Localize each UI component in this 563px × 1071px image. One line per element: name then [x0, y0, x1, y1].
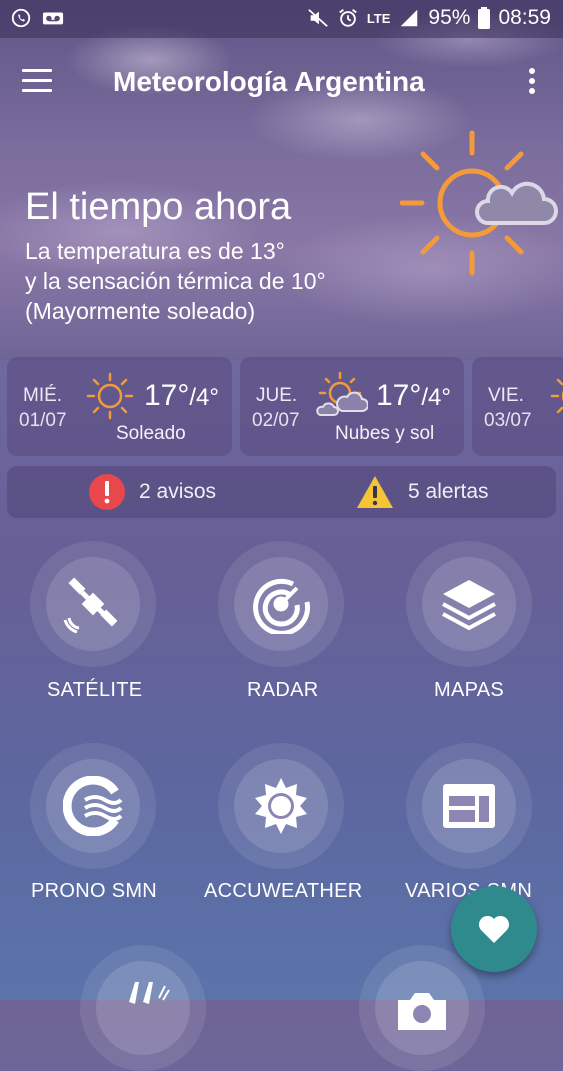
forecast-description: Nubes y sol — [335, 423, 435, 444]
forecast-temperature: 17°/4° — [376, 379, 451, 413]
tile-mapas[interactable] — [404, 541, 534, 667]
warning-icon — [357, 476, 393, 508]
layers-icon — [442, 580, 496, 631]
sun-badge-icon — [255, 778, 307, 834]
forecast-card-wed[interactable]: MIÉ. 01/07 17°/4° Soleado — [7, 357, 232, 456]
tile-label-prono-smn: PRONO SMN — [31, 880, 158, 902]
tile-partial-left[interactable] — [78, 945, 208, 1071]
feather-icon — [129, 982, 170, 1004]
current-heading: El tiempo ahora — [25, 186, 292, 228]
tile-circle — [406, 743, 532, 869]
forecast-date: 03/07 — [484, 410, 532, 431]
avisos-button[interactable]: 2 avisos — [89, 466, 216, 518]
sun-cloud-icon — [400, 130, 558, 276]
sun-icon — [550, 378, 563, 414]
hamburger-menu-icon[interactable] — [22, 69, 52, 93]
battery-icon — [478, 7, 491, 29]
forecast-card-thu[interactable]: JUE. 02/07 17°/4° Nubes y sol — [240, 357, 464, 456]
current-condition: (Mayormente soleado) — [25, 298, 256, 324]
tile-label-accuweather: ACCUWEATHER — [204, 880, 363, 902]
app-title: Meteorología Argentina — [113, 66, 425, 97]
tile-circle — [406, 541, 532, 667]
forecast-date: 02/07 — [252, 410, 300, 431]
tile-varios-smn[interactable] — [404, 743, 534, 869]
dashboard-icon — [443, 784, 495, 828]
forecast-low: /4° — [189, 384, 219, 411]
current-temperature: La temperatura es de 13° — [25, 238, 285, 264]
forecast-description: Soleado — [116, 423, 186, 444]
signal-icon — [401, 9, 418, 27]
tile-satelite[interactable] — [28, 541, 158, 667]
alertas-button[interactable]: 5 alertas — [356, 466, 489, 518]
tile-partial-right[interactable] — [357, 945, 487, 1071]
status-bar: LTE 95% 08:59 — [0, 0, 563, 38]
radar-icon — [253, 578, 311, 634]
forecast-day: VIE. — [488, 385, 524, 406]
forecast-date: 01/07 — [19, 410, 67, 431]
forecast-low: /4° — [421, 384, 451, 411]
alertas-label: 5 alertas — [408, 480, 489, 503]
smn-logo-icon — [63, 776, 123, 836]
heart-icon — [478, 915, 510, 943]
camera-icon — [398, 993, 446, 1030]
tile-circle — [30, 743, 156, 869]
satellite-icon — [63, 577, 118, 634]
tile-label-satelite: SATÉLITE — [47, 679, 143, 701]
avisos-label: 2 avisos — [139, 480, 217, 503]
forecast-temperature: 17°/4° — [144, 379, 219, 413]
partly-cloudy-icon — [316, 371, 368, 416]
mute-icon — [308, 9, 328, 27]
whatsapp-icon — [11, 8, 31, 28]
tile-circle — [30, 541, 156, 667]
tile-circle — [218, 743, 344, 869]
tile-prono-smn[interactable] — [28, 743, 158, 869]
forecast-day: MIÉ. — [23, 385, 63, 406]
app-bar: Meteorología Argentina — [0, 50, 563, 114]
tile-circle — [80, 945, 206, 1071]
voicemail-icon — [42, 12, 64, 25]
tile-accuweather[interactable] — [216, 743, 346, 869]
tile-radar[interactable] — [216, 541, 346, 667]
tile-circle — [218, 541, 344, 667]
more-vert-icon[interactable] — [529, 68, 537, 98]
forecast-day: JUE. — [256, 385, 298, 406]
tile-circle — [359, 945, 485, 1071]
forecast-high: 17° — [376, 379, 422, 412]
sun-icon — [86, 372, 134, 420]
alerts-bar: 2 avisos 5 alertas — [7, 466, 556, 518]
clock: 08:59 — [498, 6, 551, 29]
tile-label-radar: RADAR — [247, 679, 319, 701]
forecast-card-fri[interactable]: VIE. 03/07 — [472, 357, 563, 456]
tile-label-mapas: MAPAS — [434, 679, 505, 701]
forecast-high: 17° — [144, 379, 190, 412]
current-feels-like: y la sensación térmica de 10° — [25, 268, 326, 294]
error-icon — [89, 474, 125, 510]
network-type: LTE — [366, 10, 391, 26]
alarm-icon — [339, 9, 357, 27]
battery-percent: 95% — [428, 6, 471, 29]
favorites-fab[interactable] — [451, 886, 537, 972]
